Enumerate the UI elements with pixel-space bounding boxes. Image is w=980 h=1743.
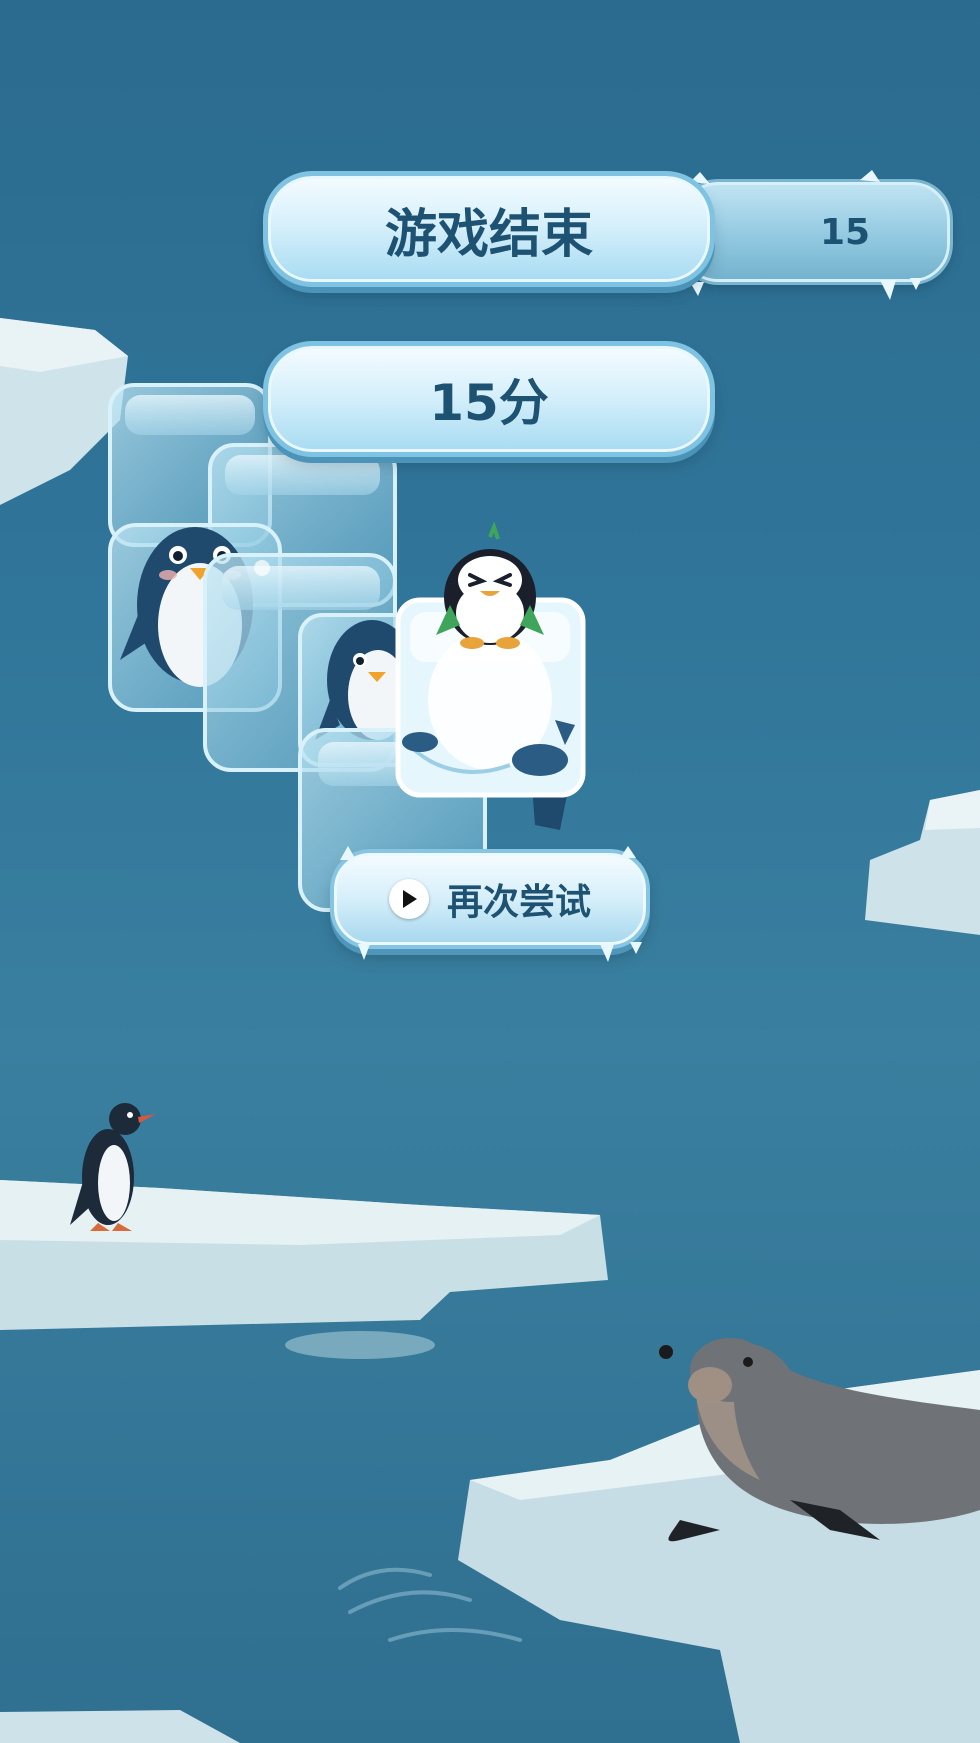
score-tag-value: 15 <box>819 211 871 253</box>
final-score: 15分 <box>268 346 710 452</box>
game-over-title-text: 游戏结束 <box>384 204 593 265</box>
score-tag: 15 <box>680 182 950 282</box>
retry-label: 再次尝试 <box>446 882 591 923</box>
play-icon <box>388 879 429 919</box>
final-score-text: 15分 <box>429 374 549 432</box>
retry-button[interactable]: 再次尝试 <box>334 853 646 945</box>
game-over-title: 游戏结束 <box>268 176 710 282</box>
